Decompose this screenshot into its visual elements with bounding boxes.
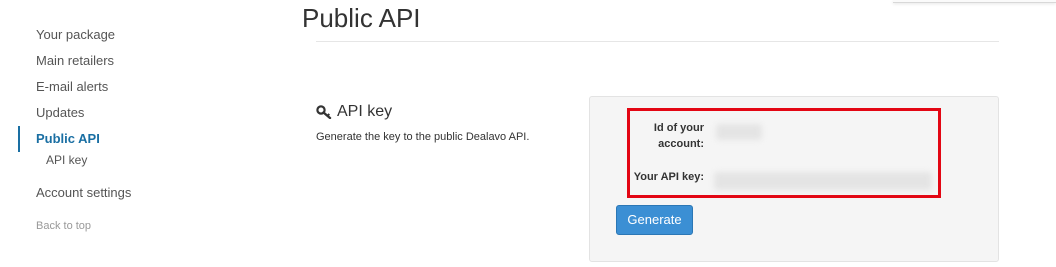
active-nav-indicator [18, 126, 20, 152]
title-divider [316, 41, 999, 42]
section-heading: API key [316, 103, 392, 121]
account-id-value-redacted [716, 124, 762, 140]
generate-button[interactable]: Generate [616, 205, 693, 235]
sidebar-item-account-settings[interactable]: Account settings [36, 185, 131, 200]
back-to-top-link[interactable]: Back to top [36, 220, 91, 232]
sidebar-item-main-retailers[interactable]: Main retailers [36, 53, 114, 68]
api-key-label: Your API key: [633, 171, 704, 183]
section-description: Generate the key to the public Dealavo A… [316, 131, 530, 143]
sidebar-item-email-alerts[interactable]: E-mail alerts [36, 79, 108, 94]
api-key-value-redacted [714, 172, 932, 190]
sidebar-nav: Your package Main retailers E-mail alert… [0, 0, 260, 267]
sidebar-subitem-api-key[interactable]: API key [46, 153, 87, 167]
page-title: Public API [302, 3, 421, 33]
account-id-label: Id of your account: [653, 122, 704, 150]
section-heading-text: API key [337, 103, 393, 120]
key-icon [316, 105, 334, 120]
sidebar-item-your-package[interactable]: Your package [36, 27, 115, 42]
dropdown-edge [893, 0, 1056, 3]
sidebar-item-public-api[interactable]: Public API [36, 131, 100, 146]
sidebar-item-updates[interactable]: Updates [36, 105, 84, 120]
